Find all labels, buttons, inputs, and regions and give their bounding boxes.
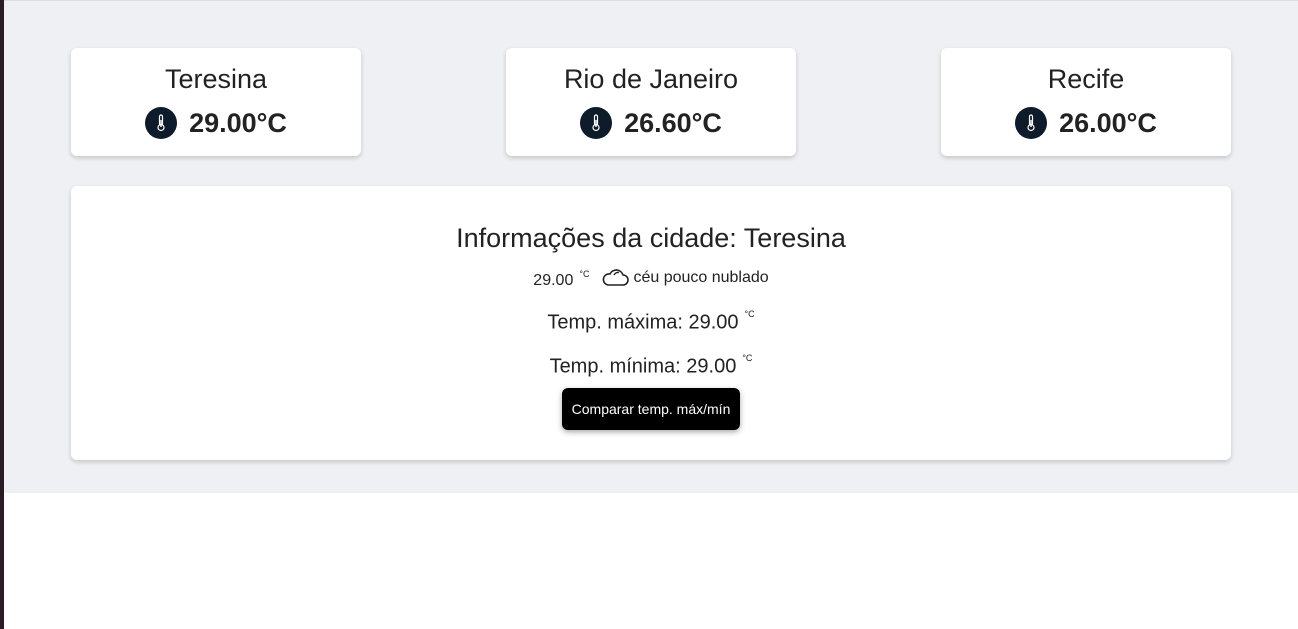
current-weather-row: 29.00 °C céu pouco nublado bbox=[71, 266, 1231, 290]
city-card-recife[interactable]: Recife 26.00°C bbox=[941, 48, 1231, 156]
thermometer-icon bbox=[580, 107, 613, 139]
current-temp-unit: °C bbox=[579, 269, 590, 279]
cloud-icon bbox=[601, 268, 630, 288]
weather-description: céu pouco nublado bbox=[633, 269, 769, 286]
thermometer-icon bbox=[145, 107, 178, 139]
city-temp: 26.60°C bbox=[624, 108, 722, 138]
city-temp: 26.00°C bbox=[1059, 108, 1157, 138]
thermometer-icon bbox=[1015, 107, 1048, 139]
city-name: Teresina bbox=[164, 64, 268, 94]
max-temp-line: Temp. máxima: 29.00 °C bbox=[71, 306, 1231, 335]
compare-temp-button[interactable]: Comparar temp. máx/mín bbox=[562, 388, 740, 430]
max-temp-label: Temp. máxima: 29.00 bbox=[547, 311, 739, 334]
current-temp: 29.00 bbox=[533, 272, 574, 289]
city-name: Recife bbox=[1047, 64, 1125, 94]
app-background: Teresina 29.00°C Rio de Janeiro 26.60°C … bbox=[4, 0, 1298, 493]
city-card-rio-de-janeiro[interactable]: Rio de Janeiro 26.60°C bbox=[506, 48, 796, 156]
city-card-teresina[interactable]: Teresina 29.00°C bbox=[71, 48, 361, 156]
city-info-title: Informações da cidade: Teresina bbox=[456, 223, 846, 253]
city-temp-row: 29.00°C bbox=[71, 107, 361, 139]
city-name: Rio de Janeiro bbox=[563, 64, 739, 94]
city-temp: 29.00°C bbox=[189, 108, 287, 138]
city-info-card: Informações da cidade: Teresina 29.00 °C… bbox=[71, 186, 1231, 460]
city-temp-row: 26.60°C bbox=[506, 107, 796, 139]
min-temp-unit: °C bbox=[742, 353, 753, 363]
city-temp-row: 26.00°C bbox=[941, 107, 1231, 139]
max-temp-unit: °C bbox=[744, 309, 755, 319]
min-temp-label: Temp. mínima: 29.00 bbox=[549, 355, 737, 378]
min-temp-line: Temp. mínima: 29.00 °C bbox=[71, 350, 1231, 379]
